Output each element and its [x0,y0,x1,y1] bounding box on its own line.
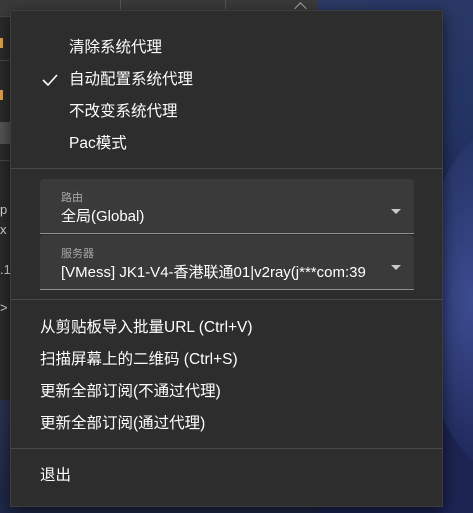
menu-item-label: 不改变系统代理 [69,103,178,120]
server-select-label: 服务器 [61,248,94,260]
routing-select-value: 全局(Global) [61,208,145,225]
menu-item-label: 自动配置系统代理 [69,71,194,88]
menu-item-pac-mode[interactable]: Pac模式 [11,128,442,160]
dropdown-arrow-icon [391,209,401,214]
checkmark-icon [42,74,58,87]
background-text: x [0,222,7,237]
menu-item-label: 清除系统代理 [69,39,163,56]
row-divider [0,160,10,161]
menu-item-label: 扫描屏幕上的二维码 (Ctrl+S) [40,351,238,368]
status-indicator [0,90,3,100]
menu-item-label: 从剪贴板导入批量URL (Ctrl+V) [40,319,253,336]
menu-item-update-subscriptions-direct[interactable]: 更新全部订阅(不通过代理) [11,376,442,408]
status-indicator [0,38,3,48]
menu-item-import-from-clipboard[interactable]: 从剪贴板导入批量URL (Ctrl+V) [11,312,442,344]
menu-divider [11,448,442,449]
menu-item-scan-qr-code[interactable]: 扫描屏幕上的二维码 (Ctrl+S) [11,344,442,376]
menu-item-update-subscriptions-via-proxy[interactable]: 更新全部订阅(通过代理) [11,408,442,440]
routing-select[interactable]: 路由 全局(Global) [40,179,414,234]
menu-item-label: Pac模式 [69,135,127,152]
server-select[interactable]: 服务器 [VMess] JK1-V4-香港联通01|v2ray(j***com:… [40,235,414,290]
menu-item-exit[interactable]: 退出 [11,460,442,492]
routing-select-label: 路由 [61,192,83,204]
menu-item-auto-config-system-proxy[interactable]: 自动配置系统代理 [11,64,442,96]
tray-context-menu: 清除系统代理 自动配置系统代理 不改变系统代理 Pac模式 路由 全局(Glob… [10,10,443,507]
menu-item-label: 更新全部订阅(不通过代理) [40,383,221,400]
menu-divider [11,168,442,169]
row-divider [0,60,10,61]
background-text: p [0,202,8,217]
menu-item-keep-system-proxy[interactable]: 不改变系统代理 [11,96,442,128]
menu-divider [11,299,442,300]
menu-item-label: 退出 [40,467,72,484]
dropdown-arrow-icon [391,265,401,270]
background-text: > [0,300,8,315]
server-select-value: [VMess] JK1-V4-香港联通01|v2ray(j***com:39 [61,264,366,281]
background-selected-row [0,122,10,144]
menu-item-clear-system-proxy[interactable]: 清除系统代理 [11,32,442,64]
menu-item-label: 更新全部订阅(通过代理) [40,415,206,432]
